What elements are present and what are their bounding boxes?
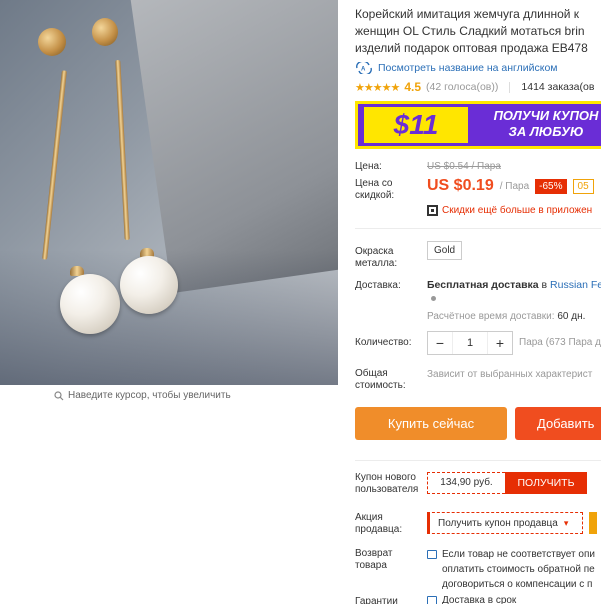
translate-link-text[interactable]: Посмотреть название на английском (378, 62, 558, 74)
quantity-increase-button[interactable]: + (488, 332, 512, 354)
guarantee-info: Доставка в срок (427, 595, 516, 604)
zoom-hint: Наведите курсор, чтобы увеличить (54, 390, 231, 401)
delivery-time: Расчётное время доставки: 60 дн. (427, 311, 586, 322)
app-promo[interactable]: Скидки ещё больше в приложен (427, 205, 592, 216)
product-title: Корейский имитация жемчуга длинной к жен… (355, 6, 601, 57)
price-value: US $0.19 (427, 177, 494, 194)
earring-stud-right (92, 18, 118, 46)
rating-value: 4.5 (404, 80, 421, 94)
earring-pearl-left (60, 274, 120, 334)
discount-price-label: Цена со скидкой: (355, 178, 395, 201)
bullet-icon (431, 296, 436, 301)
buy-now-button[interactable]: Купить сейчас (355, 407, 507, 440)
translate-icon: A (356, 62, 372, 74)
quantity-available: Пара (673 Пара д (519, 337, 601, 348)
divider (355, 460, 601, 461)
quantity-label: Количество: (355, 337, 412, 348)
coupon-amount: 134,90 руб. (427, 472, 505, 494)
guarantee-label: Гарантии (355, 596, 398, 604)
earring-pearl-right (120, 256, 178, 314)
shipping-destination-dropdown[interactable]: Russian Fe (550, 279, 601, 291)
rating-row: ★★★★★ 4.5 (42 голоса(ов)) 1414 заказа(ов (355, 80, 594, 94)
get-seller-coupon-dropdown[interactable]: Получить купон продавца ▾ (427, 512, 583, 534)
banner-text-line: ЗА ЛЮБУЮ (508, 124, 584, 139)
star-rating-icon: ★★★★★ (355, 81, 400, 94)
chevron-down-icon: ▾ (563, 518, 569, 528)
earring-stud-left (38, 28, 66, 56)
add-to-cart-button[interactable]: Добавить (515, 407, 601, 440)
get-coupon-button[interactable]: ПОЛУЧИТЬ (505, 472, 587, 494)
banner-text-line: ПОЛУЧИ КУПОН (493, 108, 599, 123)
new-user-coupon-label: Купон нового пользователя (355, 472, 419, 495)
new-user-coupon: 134,90 руб. ПОЛУЧИТЬ (427, 472, 587, 494)
translate-link[interactable]: A Посмотреть название на английском (355, 62, 558, 74)
discount-badge: -65% (535, 178, 567, 194)
product-title-line: изделий подарок оптовая продажа EB478 (355, 41, 588, 55)
price-unit: / Пара (499, 180, 530, 192)
qr-code-icon (427, 205, 438, 216)
seller-promo-label: Акция продавца: (355, 512, 403, 535)
quantity-stepper: − 1 + (427, 331, 513, 355)
product-info-panel: Корейский имитация жемчуга длинной к жен… (355, 0, 601, 604)
app-promo-text[interactable]: Скидки ещё больше в приложен (442, 205, 592, 216)
free-shipping-text: Бесплатная доставка (427, 279, 539, 291)
coupon-banner[interactable]: $11 ПОЛУЧИ КУПОН ЗА ЛЮБУЮ (355, 101, 601, 149)
color-label: Окраска металла: (355, 246, 398, 269)
shipping-label: Доставка: (355, 280, 401, 291)
old-price: US $0.54 / Пара (427, 161, 501, 172)
reviews-link[interactable]: (42 голоса(ов)) (426, 81, 498, 93)
total-label: Общая стоимость: (355, 368, 406, 391)
banner-amount: $11 (364, 107, 468, 143)
price-label: Цена: (355, 161, 382, 172)
returns-policy: Если товар не соответствует опи оплатить… (427, 547, 601, 592)
divider (355, 228, 601, 229)
shipping-info: Бесплатная доставка в Russian Fe (427, 279, 601, 291)
total-value: Зависит от выбранных характерист (427, 369, 593, 380)
zoom-hint-text: Наведите курсор, чтобы увеличить (68, 390, 231, 401)
product-title-line: женщин OL Стиль Сладкий мотаться brin (355, 24, 585, 38)
product-title-line: Корейский имитация жемчуга длинной к (355, 7, 580, 21)
divider (509, 81, 511, 93)
product-image[interactable] (0, 0, 338, 385)
quantity-decrease-button[interactable]: − (428, 332, 452, 354)
magnifier-icon (54, 390, 64, 400)
timer-badge: 05 (572, 178, 594, 194)
returns-label: Возврат товара (355, 548, 393, 571)
banner-text: ПОЛУЧИ КУПОН ЗА ЛЮБУЮ (476, 108, 601, 140)
discounted-price: US $0.19 / Пара -65% 05 (427, 177, 594, 195)
earring-bar-right (115, 59, 130, 241)
svg-text:A: A (361, 67, 366, 73)
guarantee-icon (427, 596, 437, 604)
earring-bar-left (42, 70, 67, 260)
return-policy-icon (427, 550, 437, 559)
color-option-gold[interactable]: Gold (427, 241, 463, 260)
quantity-input[interactable]: 1 (452, 332, 488, 354)
orders-count: 1414 заказа(ов (521, 81, 595, 93)
seller-coupon: Получить купон продавца ▾ (427, 512, 597, 534)
seller-coupon-next[interactable] (589, 512, 597, 534)
